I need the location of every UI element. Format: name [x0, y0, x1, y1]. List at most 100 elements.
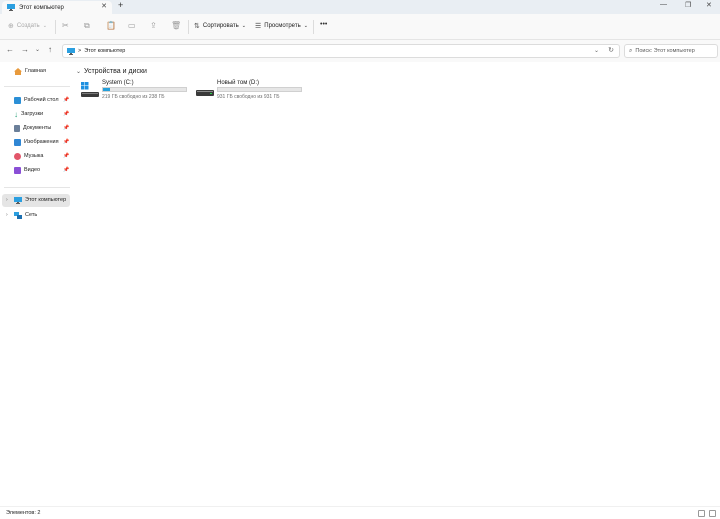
pin-icon[interactable]: 📌 [63, 167, 69, 173]
drive-usage-bar [217, 87, 302, 92]
tiles-view-icon[interactable] [709, 510, 716, 517]
drive-c[interactable]: System (C:) 219 ГБ свободно из 238 ГБ [80, 80, 195, 102]
paste-icon[interactable]: 📋 [106, 21, 116, 30]
rename-icon[interactable]: ▭ [128, 21, 136, 30]
delete-icon[interactable]: 🗑 [171, 21, 181, 30]
tab-this-pc[interactable]: Этот компьютер ✕ [2, 1, 112, 14]
pictures-icon [14, 138, 21, 146]
more-options-button[interactable]: ••• [320, 21, 327, 28]
sidebar-item-label: Видео [24, 167, 41, 173]
this-pc-icon [14, 196, 22, 204]
chevron-down-icon: ⌄ [241, 23, 246, 29]
this-pc-icon [67, 47, 75, 55]
drive-icon [196, 90, 214, 96]
drive-usage-fill [103, 88, 110, 91]
sidebar-item-label: Изображения [24, 139, 59, 145]
view-icon: ☰ [255, 23, 262, 30]
toolbar-divider [188, 20, 189, 34]
pin-icon[interactable]: 📌 [63, 97, 69, 103]
desktop-icon [14, 96, 21, 104]
pin-icon[interactable]: 📌 [63, 139, 69, 145]
view-button[interactable]: ☰ Просмотреть ⌄ [255, 22, 308, 30]
drive-free-space: 219 ГБ свободно из 238 ГБ [102, 94, 165, 100]
sidebar-item-label: Главная [25, 68, 46, 74]
refresh-icon[interactable]: ↻ [608, 46, 614, 54]
group-title: Устройства и диски [84, 68, 147, 75]
create-button[interactable]: ⊕ Создать ⌄ [8, 22, 47, 30]
sidebar-item-label: Рабочий стол [24, 97, 59, 103]
home-icon [14, 67, 22, 75]
chevron-down-icon: ⌄ [303, 23, 308, 29]
create-label: Создать [16, 23, 40, 29]
search-icon: ⌕ [629, 47, 633, 54]
sidebar-item-label: Сеть [25, 212, 38, 218]
forward-arrow-icon[interactable]: → [21, 45, 29, 54]
status-bar: Элементов: 2 [0, 506, 720, 519]
breadcrumb-separator[interactable]: > [78, 48, 81, 54]
details-view-icon[interactable] [698, 510, 705, 517]
tab-title: Этот компьютер [19, 4, 64, 11]
command-bar: ⊕ Создать ⌄ ✂ ⧉ 📋 ▭ ⇪ 🗑 ⇅ Сортировать ⌄ … [0, 14, 720, 40]
group-header[interactable]: ⌄ Устройства и диски [76, 68, 147, 75]
chevron-down-icon: ⌄ [42, 23, 47, 29]
tab-close-icon[interactable]: ✕ [101, 2, 107, 10]
sidebar-item-downloads[interactable]: ↓ Загрузки [14, 109, 43, 119]
sidebar-item-home[interactable]: Главная [14, 66, 46, 76]
toolbar-divider [313, 20, 314, 34]
expand-chevron-icon[interactable]: › [6, 212, 8, 218]
collapse-chevron-icon[interactable]: ⌄ [76, 68, 81, 75]
sidebar-item-label: Загрузки [21, 111, 44, 117]
content-pane: ⌄ Устройства и диски System (C:) 219 ГБ … [72, 62, 720, 506]
drive-name: System (C:) [102, 80, 134, 86]
music-icon [14, 152, 21, 160]
plus-icon[interactable]: + [118, 0, 123, 10]
search-placeholder: Поиск: Этот компьютер [635, 48, 695, 54]
copy-icon[interactable]: ⧉ [84, 21, 90, 31]
sidebar-divider [4, 86, 70, 87]
recent-chevron-icon[interactable]: ⌄ [35, 46, 40, 53]
sidebar-item-desktop[interactable]: Рабочий стол [14, 95, 59, 105]
windows-drive-icon [81, 82, 99, 97]
drive-free-space: 931 ГБ свободно из 931 ГБ [217, 94, 280, 100]
toolbar-divider [55, 20, 56, 34]
sidebar-item-music[interactable]: Музыка [14, 151, 43, 161]
up-arrow-icon[interactable]: ↑ [48, 45, 52, 54]
add-icon: ⊕ [8, 23, 14, 30]
title-bar: Этот компьютер ✕ + — ❐ ✕ [0, 0, 720, 14]
sidebar-item-documents[interactable]: Документы [14, 123, 51, 133]
this-pc-icon [7, 4, 15, 11]
address-dropdown-icon[interactable]: ⌄ [594, 47, 599, 54]
video-icon [14, 166, 21, 174]
sidebar-item-this-pc[interactable]: Этот компьютер [14, 195, 66, 205]
pin-icon[interactable]: 📌 [63, 111, 69, 117]
breadcrumb[interactable]: Этот компьютер [84, 48, 125, 54]
sidebar-item-network[interactable]: Сеть [14, 210, 37, 220]
drive-usage-bar [102, 87, 187, 92]
share-icon[interactable]: ⇪ [150, 21, 157, 30]
pin-icon[interactable]: 📌 [63, 125, 69, 131]
sidebar-divider [4, 187, 70, 188]
expand-chevron-icon[interactable]: › [6, 197, 8, 203]
pin-icon[interactable]: 📌 [63, 153, 69, 159]
items-count: Элементов: 2 [6, 510, 41, 516]
back-arrow-icon[interactable]: ← [6, 45, 14, 54]
sort-icon: ⇅ [194, 23, 200, 30]
sort-label: Сортировать [202, 23, 239, 29]
search-input[interactable]: ⌕ Поиск: Этот компьютер [624, 44, 718, 58]
address-bar[interactable]: > Этот компьютер ⌄ ↻ [62, 44, 620, 58]
sidebar-item-pictures[interactable]: Изображения [14, 137, 59, 147]
navigation-row: ← → ⌄ ↑ > Этот компьютер ⌄ ↻ ⌕ Поиск: Эт… [0, 40, 720, 62]
close-icon[interactable]: ✕ [706, 1, 712, 9]
maximize-icon[interactable]: ❐ [685, 1, 691, 9]
view-label: Просмотреть [264, 23, 301, 29]
minimize-icon[interactable]: — [660, 1, 667, 8]
network-icon [14, 211, 22, 219]
sidebar-item-label: Документы [23, 125, 52, 131]
sort-button[interactable]: ⇅ Сортировать ⌄ [194, 22, 246, 30]
sidebar-item-label: Этот компьютер [25, 197, 67, 203]
sidebar-item-label: Музыка [24, 153, 44, 159]
drive-d[interactable]: Новый том (D:) 931 ГБ свободно из 931 ГБ [195, 80, 310, 102]
sidebar-item-video[interactable]: Видео [14, 165, 40, 175]
downloads-icon: ↓ [14, 109, 18, 119]
cut-icon[interactable]: ✂ [62, 21, 69, 30]
